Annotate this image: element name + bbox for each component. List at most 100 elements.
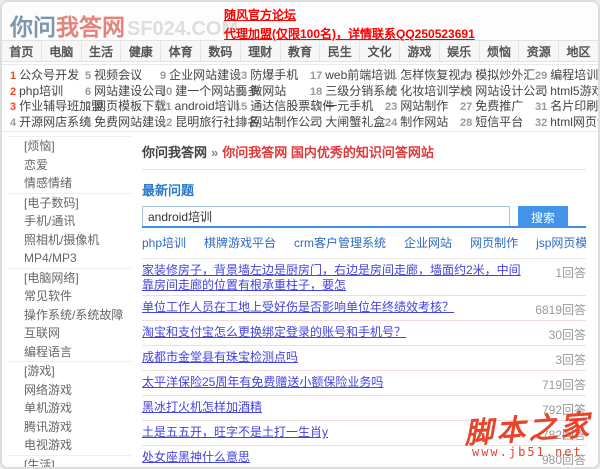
nav-item-health[interactable]: 健康 [121, 41, 162, 61]
tag-link[interactable]: jsp网页模板 [536, 234, 586, 251]
sidebar-item-mobile[interactable]: 手机/通讯 [8, 212, 132, 231]
answer-count: 719回答 [541, 378, 586, 392]
hot-link[interactable]: 10 建一个网站要多 [160, 84, 259, 100]
answer-count: 3回答 [555, 353, 586, 367]
nav-item-home[interactable]: 首页 [2, 41, 42, 61]
sidebar-item-online-games[interactable]: 网络游戏 [8, 381, 132, 400]
question-link[interactable]: 单位工作人员在工地上受好伤是否影响单位年终绩效考核？ [142, 300, 454, 315]
question-row: 土是五五开，旺字不是土打一生肖y 782回答 [142, 421, 586, 446]
sidebar-group-trouble[interactable]: [烦恼] [8, 137, 132, 156]
hot-link[interactable]: 14 微网站 [235, 84, 310, 100]
search-button[interactable]: 搜索 [518, 206, 569, 228]
nav-item-life[interactable]: 生活 [82, 41, 122, 61]
hot-link[interactable]: 1 公众号开发 [10, 68, 85, 84]
hot-link[interactable]: 6 网站建设公司 [85, 84, 166, 100]
tag-link[interactable]: php培训 [142, 234, 186, 251]
nav-item-computer[interactable]: 电脑 [42, 41, 82, 61]
tag-link[interactable]: 网页制作 [470, 234, 518, 251]
hot-link[interactable]: 3 作业辅导班加盟 [10, 99, 103, 115]
sidebar-item-camera[interactable]: 照相机/摄像机 [8, 231, 132, 250]
question-link[interactable]: 黑冰打火机怎样加酒精 [142, 400, 262, 415]
question-link[interactable]: 太平洋保险25周年有免费赠送小额保险业务吗 [142, 375, 383, 390]
tag-link[interactable]: crm客户管理系统 [294, 234, 386, 251]
tag-link[interactable]: 企业网站 [404, 234, 452, 251]
hot-link[interactable]: 24 制作网站 [385, 115, 460, 131]
hot-link[interactable]: 8 免费网站建设 [85, 115, 166, 131]
hot-link[interactable]: 31 名片印刷 [535, 99, 598, 115]
hot-tags-row: php培训 棋牌游戏平台 crm客户管理系统 企业网站 网页制作 jsp网页模板… [142, 228, 586, 259]
question-link[interactable]: 家装修房子，背景墙左边是厨房门，右边是房间走廊，墙面约2米，中间靠房间走廊的位置… [142, 263, 524, 293]
header-promo-links: 随风官方论坛 代理加盟(仅限100名)，详情联系QQ250523691 [224, 7, 475, 45]
breadcrumb-site-link[interactable]: 你问我答网 [142, 145, 207, 160]
hot-link[interactable]: 13 防爆手机 [235, 68, 310, 84]
sidebar-item-single-games[interactable]: 单机游戏 [8, 399, 132, 418]
hot-link[interactable]: 30html5游戏开发 [535, 84, 598, 100]
hot-link[interactable]: 11 android培训 [160, 99, 239, 115]
sidebar-item-mp4mp3[interactable]: MP4/MP3 [8, 249, 132, 268]
search-input[interactable] [142, 206, 510, 226]
hot-link[interactable]: 20 大闸蟹礼盒 [310, 115, 385, 131]
nav-item-trouble[interactable]: 烦恼 [480, 41, 520, 61]
question-list: 家装修房子，背景墙左边是厨房门，右边是房间走廊，墙面约2米，中间靠房间走廊的位置… [142, 259, 586, 467]
site-logo[interactable]: 你问我答网 SF024.COM [10, 8, 238, 42]
tab-latest-questions[interactable]: 最新问题 [142, 180, 586, 199]
question-row: 成都市金堂县有珠宝检测点吗 3回答 [142, 346, 586, 371]
question-row: 黑冰打火机怎样加酒精 792回答 [142, 396, 586, 421]
hot-link[interactable]: 27 免费推广 [460, 99, 535, 115]
logo-part2: 我答网 [56, 14, 125, 40]
sidebar-item-tencent-games[interactable]: 腾讯游戏 [8, 418, 132, 437]
logo-domain: SF024.COM [127, 18, 239, 40]
sidebar-item-emotion[interactable]: 情感情绪 [8, 174, 132, 193]
hot-link[interactable]: 15 通达信股票软件 [235, 99, 334, 115]
sidebar-item-love[interactable]: 恋爱 [8, 156, 132, 175]
hot-link[interactable]: 7 网页模板下载 [85, 99, 166, 115]
nav-item-sports[interactable]: 体育 [161, 41, 201, 61]
forum-link[interactable]: 随风官方论坛 [224, 7, 475, 23]
sidebar-item-software[interactable]: 常见软件 [8, 287, 132, 306]
hot-link[interactable]: 26 网站设计公司 [460, 84, 547, 100]
hot-link[interactable]: 19 一元手机 [310, 99, 385, 115]
hot-keywords-grid: 1 公众号开发 2 php培训 3 作业辅导班加盟 4 开源网店系统 5 视频会议 6 网站… [2, 64, 598, 132]
hot-link[interactable]: 22 化妆培训学校 [385, 84, 472, 100]
nav-item-resources[interactable]: 资源 [519, 41, 560, 61]
question-link[interactable]: 处女座黑神什么意思 [142, 450, 250, 465]
agent-join-link[interactable]: 代理加盟(仅限100名)，详情联系QQ250523691 [224, 26, 475, 42]
sidebar-group-digital[interactable]: [电子数码] [8, 192, 132, 213]
hot-link[interactable]: 5 视频会议 [85, 68, 160, 84]
main-content: 你问我答网 »你问我答网 国内优秀的知识问答网站 最新问题 搜索 php培训 棋牌… [132, 132, 598, 467]
sidebar-item-os[interactable]: 操作系统/系统故障 [8, 306, 132, 325]
category-sidebar: [烦恼] 恋爱 情感情绪 [电子数码] 手机/通讯 照相机/摄像机 MP4/MP… [8, 136, 132, 467]
sidebar-group-life[interactable]: [生活] [8, 454, 132, 467]
hot-link[interactable]: 12 昆明旅行社排名 [160, 115, 259, 131]
question-row: 处女座黑神什么意思 980回答 [142, 446, 586, 467]
sidebar-group-network[interactable]: [电脑网络] [8, 267, 132, 288]
hot-link[interactable]: 18 三级分销系统 [310, 84, 397, 100]
nav-item-region[interactable]: 地区 [559, 41, 598, 61]
question-link[interactable]: 土是五五开，旺字不是土打一生肖y [142, 425, 328, 440]
answer-count: 792回答 [541, 403, 586, 417]
hot-link[interactable]: 4 开源网店系统 [10, 115, 91, 131]
hot-link[interactable]: 29编程培训班 [535, 68, 598, 84]
tag-link[interactable]: 棋牌游戏平台 [204, 234, 276, 251]
question-row: 家装修房子，背景墙左边是厨房门，右边是房间走廊，墙面约2米，中间靠房间走廊的位置… [142, 259, 586, 296]
hot-link[interactable]: 25 模拟炒外汇 [460, 68, 535, 84]
hot-link[interactable]: 23 网站制作 [385, 99, 460, 115]
hot-link[interactable]: 2 php培训 [10, 84, 85, 100]
answer-count: 30回答 [548, 328, 586, 342]
question-link[interactable]: 成都市金堂县有珠宝检测点吗 [142, 350, 298, 365]
sidebar-item-tv-games[interactable]: 电视游戏 [8, 436, 132, 455]
answer-count: 1回答 [555, 266, 586, 280]
hot-link[interactable]: 16 网站制作公司 [235, 115, 322, 131]
hot-link[interactable]: 32html网页设计 [535, 115, 598, 131]
sidebar-item-programming[interactable]: 编程语言 [8, 343, 132, 362]
question-row: 太平洋保险25周年有免费赠送小额保险业务吗 719回答 [142, 371, 586, 396]
sidebar-group-games[interactable]: [游戏] [8, 361, 132, 381]
hot-link[interactable]: 21 怎样恢复视力 [385, 68, 472, 84]
question-link[interactable]: 淘宝和支付宝怎么更换绑定登录的账号和手机号？ [142, 325, 406, 340]
breadcrumb-page-title: 你问我答网 国内优秀的知识问答网站 [222, 145, 434, 160]
question-row: 单位工作人员在工地上受好伤是否影响单位年终绩效考核？ 6819回答 [142, 296, 586, 321]
hot-link[interactable]: 28 短信平台 [460, 115, 535, 131]
sidebar-item-internet[interactable]: 互联网 [8, 324, 132, 343]
hot-link[interactable]: 17 web前端培训 [310, 68, 395, 84]
hot-link[interactable]: 9 企业网站建设 [160, 68, 241, 84]
